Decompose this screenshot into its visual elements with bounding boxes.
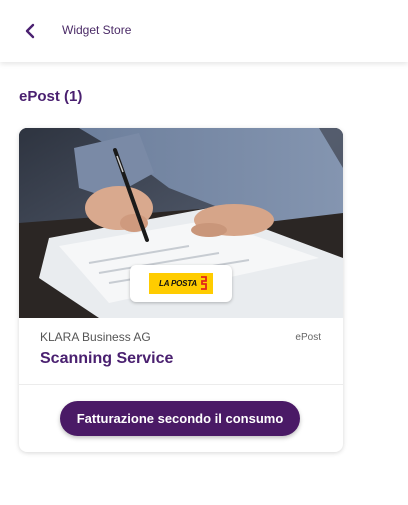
top-bar: Widget Store [0, 0, 408, 62]
widget-card[interactable]: LA POSTA KLARA Business AG ePost Scannin… [19, 128, 343, 452]
widget-card-image: LA POSTA [19, 128, 343, 318]
chevron-left-icon [25, 23, 35, 39]
section-title: ePost (1) [19, 88, 83, 105]
page-title: Widget Store [62, 23, 132, 37]
category-label: ePost [295, 332, 321, 343]
la-posta-logo: LA POSTA [130, 265, 232, 302]
billing-button[interactable]: Fatturazione secondo il consumo [60, 401, 300, 436]
divider [19, 384, 343, 385]
logo-text: LA POSTA [159, 279, 197, 288]
company-name: KLARA Business AG [40, 330, 151, 344]
post-horn-icon [201, 276, 207, 290]
product-name: Scanning Service [40, 350, 174, 367]
back-button[interactable] [20, 21, 40, 41]
